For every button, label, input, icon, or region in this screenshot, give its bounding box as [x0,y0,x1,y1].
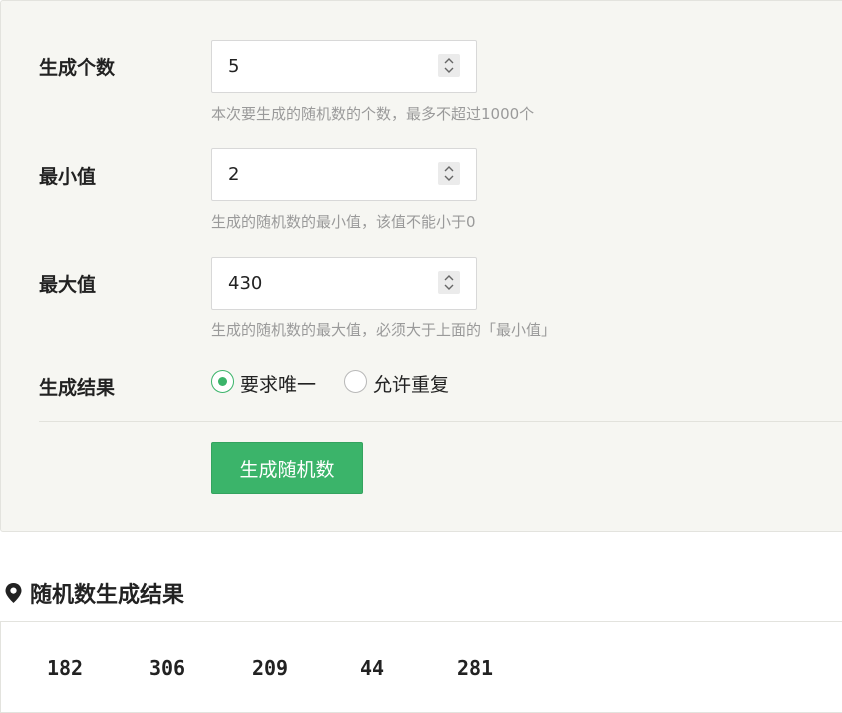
min-input-value: 2 [228,164,240,185]
radio-allow-repeat-label[interactable]: 允许重复 [373,370,449,397]
min-label: 最小值 [39,166,97,188]
result-heading: 随机数生成结果 [4,577,184,609]
result-number: 44 [359,656,385,680]
result-mode-label: 生成结果 [39,377,116,399]
result-number: 209 [251,656,289,680]
count-input-value: 5 [228,56,240,77]
result-panel: 182 306 209 44 281 [0,621,842,713]
count-spinner[interactable] [438,54,460,77]
spinner-chevron-icon [444,166,454,181]
spinner-chevron-icon [444,275,454,290]
count-input[interactable]: 5 [211,40,477,93]
radio-allow-repeat[interactable] [344,370,367,393]
max-input-value: 430 [228,273,263,294]
radio-unique-label[interactable]: 要求唯一 [240,370,316,397]
max-input[interactable]: 430 [211,257,477,310]
max-label: 最大值 [39,274,97,296]
generator-form-panel: 生成个数 5 本次要生成的随机数的个数，最多不超过1000个 最小值 2 生成的… [0,0,842,532]
min-hint: 生成的随机数的最小值，该值不能小于0 [211,213,476,231]
spinner-chevron-icon [444,58,454,73]
result-title: 随机数生成结果 [30,583,185,608]
result-number: 281 [456,656,494,680]
count-label: 生成个数 [39,57,116,79]
min-spinner[interactable] [438,162,460,185]
form-divider [39,421,842,422]
generate-button[interactable]: 生成随机数 [211,442,363,494]
count-hint: 本次要生成的随机数的个数，最多不超过1000个 [211,105,535,123]
map-pin-icon [5,583,22,603]
result-number: 182 [46,656,84,680]
max-hint: 生成的随机数的最大值，必须大于上面的「最小值」 [211,321,557,339]
max-spinner[interactable] [438,271,460,294]
min-input[interactable]: 2 [211,148,477,201]
radio-unique[interactable] [211,370,234,393]
result-number: 306 [148,656,186,680]
